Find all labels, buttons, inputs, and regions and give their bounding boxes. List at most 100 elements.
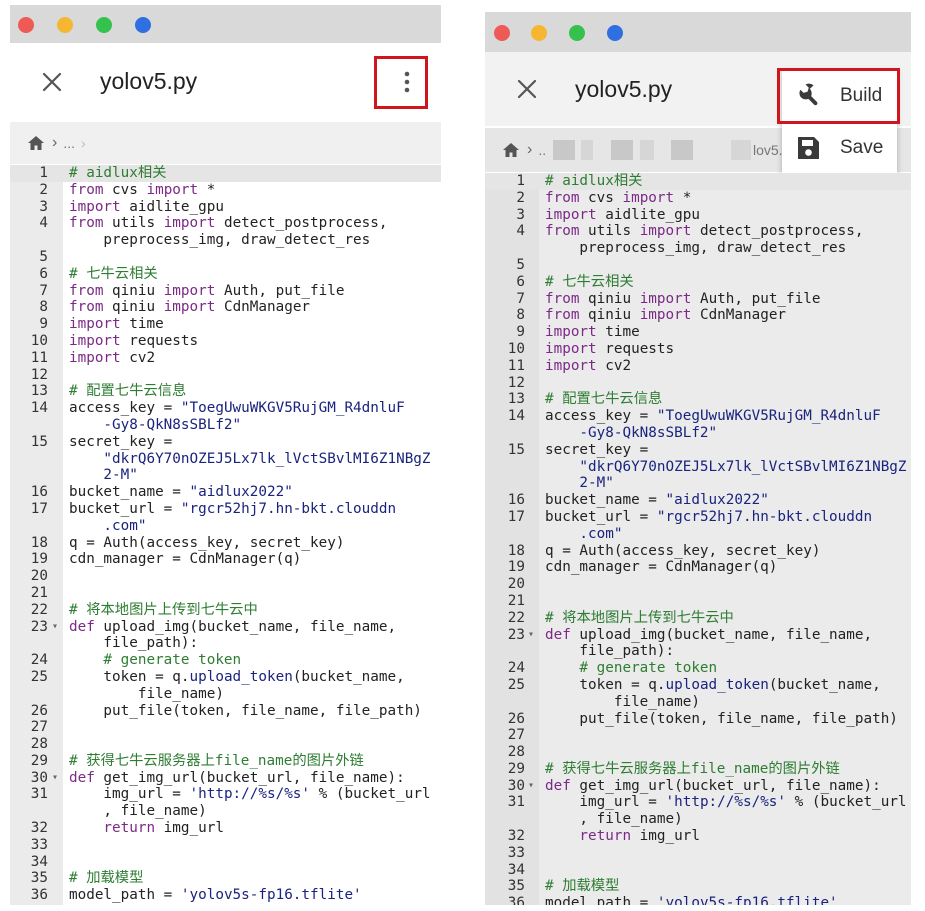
code-line[interactable]: file_name) <box>10 686 441 703</box>
code-line[interactable]: 2-M" <box>10 467 441 484</box>
code-line[interactable]: 33 <box>10 837 441 854</box>
code-line[interactable]: 20 <box>485 576 911 593</box>
code-line[interactable]: 34 <box>10 854 441 871</box>
code-line[interactable]: 4 from utils import detect_postprocess, <box>485 223 911 240</box>
window-dot-green[interactable] <box>96 17 112 33</box>
code-line[interactable]: , file_name) <box>485 811 911 828</box>
code-line[interactable]: file_path): <box>10 635 441 652</box>
code-line[interactable]: 5 <box>10 249 441 266</box>
code-line[interactable]: 19 cdn_manager = CdnManager(q) <box>485 559 911 576</box>
code-line[interactable]: 31 img_url = 'http://%s/%s' % (bucket_ur… <box>485 794 911 811</box>
code-line[interactable]: 5 <box>485 257 911 274</box>
code-line[interactable]: 2 from cvs import * <box>485 190 911 207</box>
code-line[interactable]: "dkrQ6Y70nOZEJ5Lx7lk_lVctSBvlMI6Z1NBgZ <box>485 459 911 476</box>
code-line[interactable]: "dkrQ6Y70nOZEJ5Lx7lk_lVctSBvlMI6Z1NBgZ <box>10 451 441 468</box>
code-line[interactable]: 30 ▾ def get_img_url(bucket_url, file_name… <box>485 778 911 795</box>
code-line[interactable]: 18 q = Auth(access_key, secret_key) <box>485 543 911 560</box>
code-line[interactable]: file_path): <box>485 643 911 660</box>
fold-arrow-icon[interactable]: ▾ <box>528 778 534 795</box>
window-dot-blue[interactable] <box>607 25 623 41</box>
code-line[interactable]: 2 from cvs import * <box>10 182 441 199</box>
code-line[interactable]: .com" <box>485 526 911 543</box>
code-line[interactable]: 22 # 将本地图片上传到七牛云中 <box>485 610 911 627</box>
code-line[interactable]: -Gy8-QkN8sSBLf2" <box>485 425 911 442</box>
window-dot-blue[interactable] <box>135 17 151 33</box>
code-line[interactable]: -Gy8-QkN8sSBLf2" <box>10 417 441 434</box>
code-line[interactable]: 26 put_file(token, file_name, file_path) <box>10 703 441 720</box>
code-line[interactable]: 14 access_key = "ToegUwuWKGV5RujGM_R4dnlu… <box>485 408 911 425</box>
code-line[interactable]: 6 # 七牛云相关 <box>10 266 441 283</box>
window-dot-yellow[interactable] <box>531 25 547 41</box>
code-line[interactable]: 8 from qiniu import CdnManager <box>10 299 441 316</box>
code-line[interactable]: 31 img_url = 'http://%s/%s' % (bucket_ur… <box>10 786 441 803</box>
code-line[interactable]: 16 bucket_name = "aidlux2022" <box>10 484 441 501</box>
code-line[interactable]: 24 # generate token <box>485 660 911 677</box>
code-line[interactable]: 33 <box>485 845 911 862</box>
code-line[interactable]: 16 bucket_name = "aidlux2022" <box>485 492 911 509</box>
code-line[interactable]: 20 <box>10 568 441 585</box>
code-line[interactable]: 22 # 将本地图片上传到七牛云中 <box>10 602 441 619</box>
code-line[interactable]: 18 q = Auth(access_key, secret_key) <box>10 535 441 552</box>
fold-arrow-icon[interactable]: ▾ <box>528 627 534 644</box>
code-line[interactable]: 23 ▾ def upload_img(bucket_name, file_name… <box>485 627 911 644</box>
more-options-button[interactable] <box>393 65 421 99</box>
code-line[interactable]: 24 # generate token <box>10 652 441 669</box>
menu-item-save[interactable]: Save <box>782 123 897 173</box>
code-line[interactable]: 19 cdn_manager = CdnManager(q) <box>10 551 441 568</box>
code-line[interactable]: 27 <box>485 727 911 744</box>
code-line[interactable]: , file_name) <box>10 803 441 820</box>
code-line[interactable]: 29 # 获得七牛云服务器上file_name的图片外链 <box>485 761 911 778</box>
home-icon[interactable] <box>26 133 46 153</box>
code-line[interactable]: 1 # aidlux相关 <box>485 173 911 190</box>
window-dot-green[interactable] <box>569 25 585 41</box>
code-line[interactable]: 3 import aidlite_gpu <box>485 207 911 224</box>
fold-arrow-icon[interactable]: ▾ <box>52 619 58 636</box>
code-line[interactable]: 21 <box>10 585 441 602</box>
code-line[interactable]: 9 import time <box>10 316 441 333</box>
code-editor[interactable]: 1 # aidlux相关 2 from cvs import * 3 import aid… <box>10 165 441 905</box>
code-line[interactable]: 32 return img_url <box>485 828 911 845</box>
code-line[interactable]: 25 token = q.upload_token(bucket_name, <box>10 669 441 686</box>
code-line[interactable]: 28 <box>485 744 911 761</box>
code-line[interactable]: 36 model_path = 'yolov5s-fp16.tflite' <box>10 887 441 904</box>
code-line[interactable]: 36 model_path = 'yolov5s-fp16.tflite' <box>485 895 911 905</box>
code-line[interactable]: 10 import requests <box>10 333 441 350</box>
code-line[interactable]: 6 # 七牛云相关 <box>485 274 911 291</box>
fold-arrow-icon[interactable]: ▾ <box>52 770 58 787</box>
code-line[interactable]: 12 <box>10 367 441 384</box>
home-icon[interactable] <box>501 140 521 160</box>
code-line[interactable]: 10 import requests <box>485 341 911 358</box>
code-line[interactable]: 7 from qiniu import Auth, put_file <box>10 283 441 300</box>
window-dot-red[interactable] <box>18 17 34 33</box>
code-line[interactable]: 21 <box>485 593 911 610</box>
code-line[interactable]: 17 bucket_url = "rgcr52hj7.hn-bkt.clouddn <box>10 501 441 518</box>
code-line[interactable]: 13 # 配置七牛云信息 <box>10 383 441 400</box>
code-line[interactable]: 8 from qiniu import CdnManager <box>485 307 911 324</box>
code-line[interactable]: 4 from utils import detect_postprocess, <box>10 215 441 232</box>
code-line[interactable]: 35 # 加载模型 <box>485 878 911 895</box>
code-line[interactable]: 35 # 加载模型 <box>10 870 441 887</box>
code-line[interactable]: 9 import time <box>485 324 911 341</box>
code-line[interactable]: .com" <box>10 518 441 535</box>
code-line[interactable]: 15 secret_key = <box>485 442 911 459</box>
code-line[interactable]: 17 bucket_url = "rgcr52hj7.hn-bkt.clouddn <box>485 509 911 526</box>
code-line[interactable]: 2-M" <box>485 475 911 492</box>
code-line[interactable]: 29 # 获得七牛云服务器上file_name的图片外链 <box>10 753 441 770</box>
code-line[interactable]: 26 put_file(token, file_name, file_path) <box>485 711 911 728</box>
code-line[interactable]: 12 <box>485 375 911 392</box>
code-line[interactable]: file_name) <box>485 694 911 711</box>
code-line[interactable]: 32 return img_url <box>10 820 441 837</box>
close-button[interactable] <box>507 69 547 109</box>
code-line[interactable]: 25 token = q.upload_token(bucket_name, <box>485 677 911 694</box>
code-line[interactable]: 7 from qiniu import Auth, put_file <box>485 291 911 308</box>
code-line[interactable]: 27 <box>10 719 441 736</box>
code-line[interactable]: 28 <box>10 736 441 753</box>
code-line[interactable]: preprocess_img, draw_detect_res <box>10 232 441 249</box>
code-line[interactable]: 30 ▾ def get_img_url(bucket_url, file_name… <box>10 770 441 787</box>
code-line[interactable]: 11 import cv2 <box>485 358 911 375</box>
code-line[interactable]: 34 <box>485 862 911 879</box>
breadcrumb-ellipsis[interactable]: ... <box>63 135 75 151</box>
menu-item-build[interactable]: Build <box>782 71 897 121</box>
code-editor[interactable]: 1 # aidlux相关 2 from cvs import * 3 import aid… <box>485 173 911 905</box>
code-line[interactable]: preprocess_img, draw_detect_res <box>485 240 911 257</box>
